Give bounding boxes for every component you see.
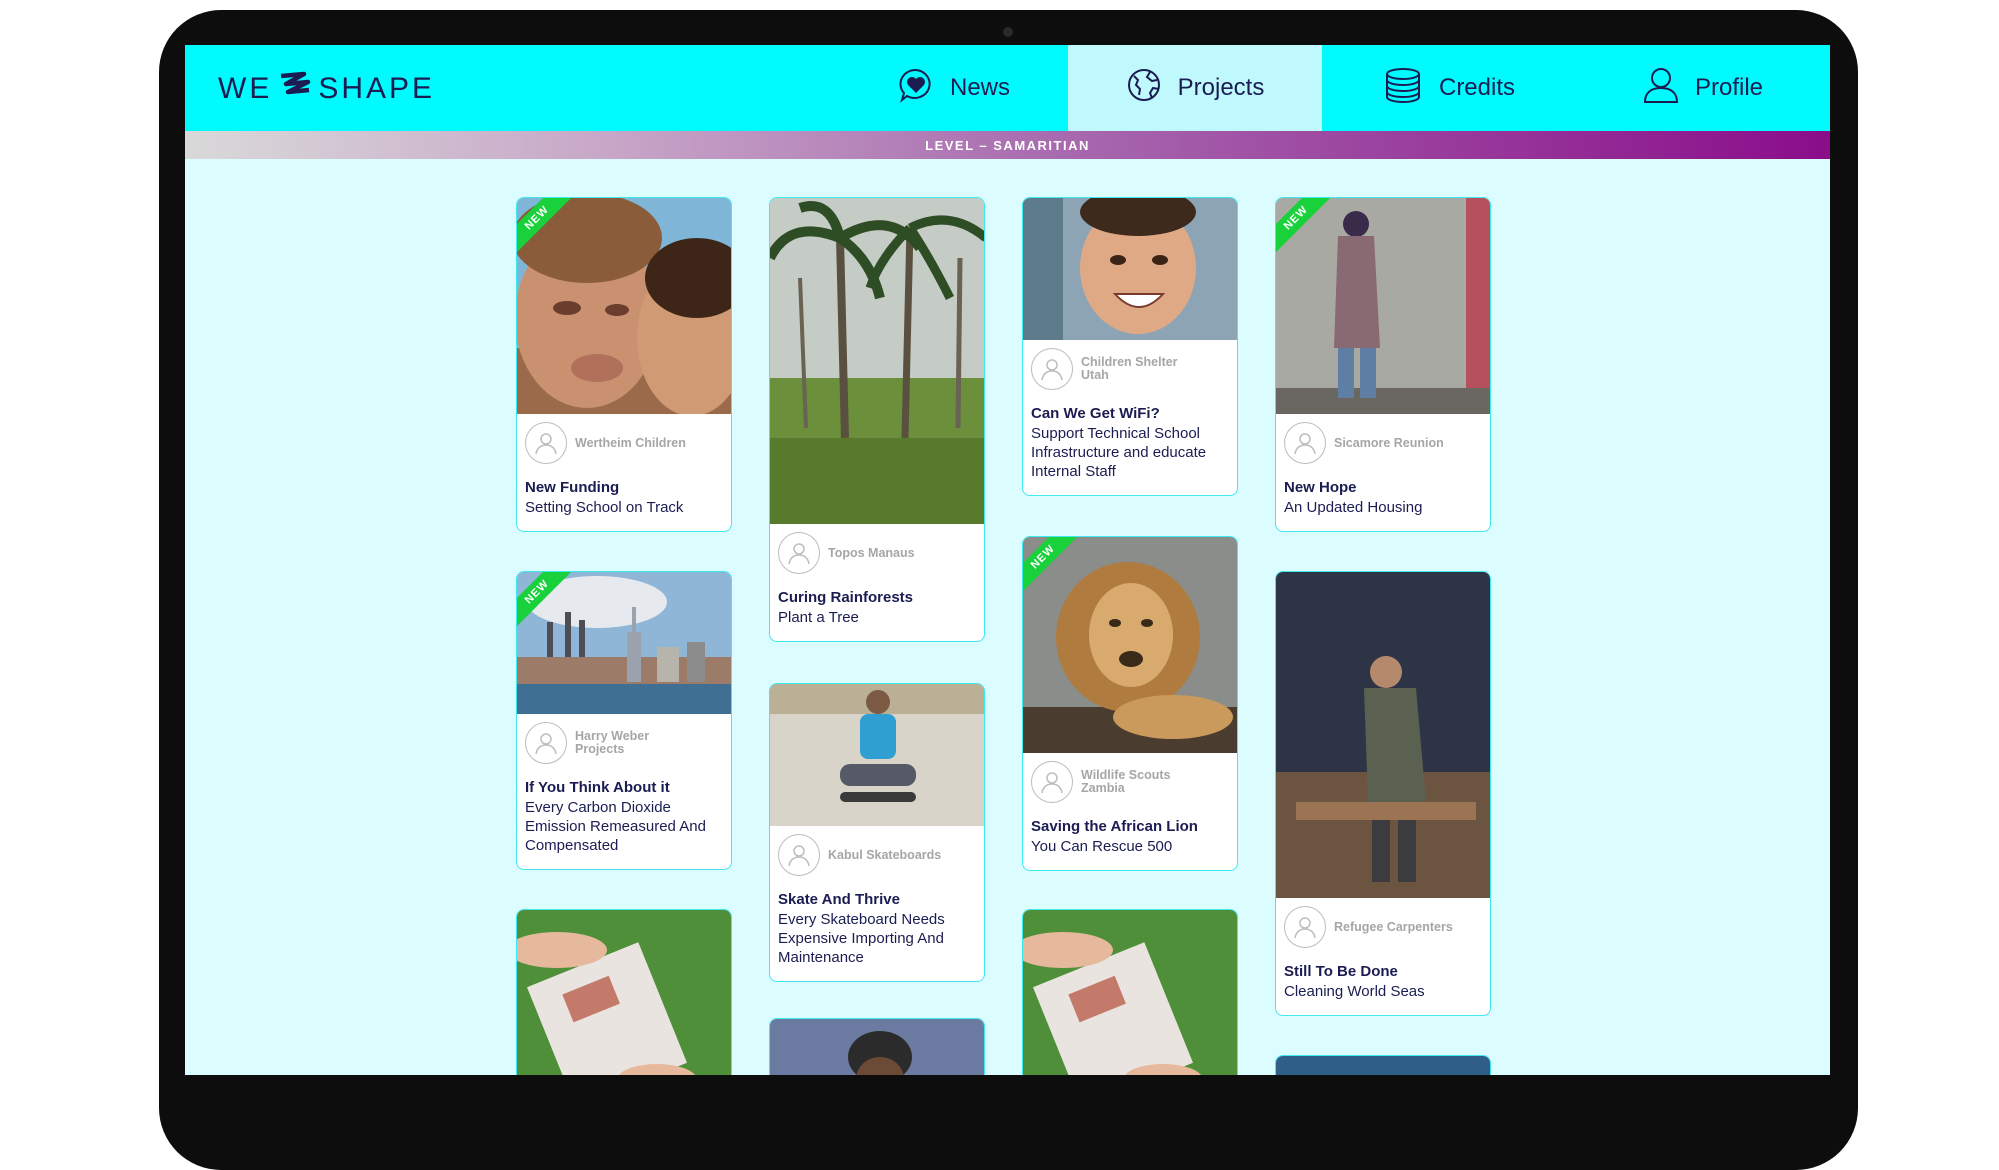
avatar-icon	[1284, 422, 1326, 464]
organization-row: Harry Weber Projects	[517, 714, 731, 764]
camera-dot	[1003, 27, 1013, 37]
project-description: An Updated Housing	[1284, 499, 1423, 516]
project-description: Every Carbon Dioxide Emission Remeasured…	[525, 799, 706, 854]
avatar-icon	[525, 422, 567, 464]
organization-name: Kabul Skateboards	[828, 847, 942, 862]
project-card[interactable]	[769, 1018, 985, 1075]
organization-name: Sicamore Reunion	[1334, 435, 1444, 450]
booklet-on-grass-photo	[517, 910, 731, 1075]
booklet-on-grass-photo	[1023, 910, 1237, 1075]
tab-projects-label: Projects	[1177, 74, 1265, 101]
boy-making-face-photo: NEW	[517, 198, 731, 414]
project-title: Skate And Thrive	[778, 891, 900, 908]
tab-profile-label: Profile	[1694, 74, 1764, 101]
top-navigation-bar: WE SHAPE News Projects Credits Profile	[185, 45, 1830, 131]
project-card[interactable]	[1275, 1055, 1491, 1075]
tab-credits[interactable]: Credits	[1322, 45, 1576, 131]
organization-row: Refugee Carpenters	[1276, 898, 1490, 948]
organization-name: Refugee Carpenters	[1334, 919, 1453, 934]
project-description: Setting School on Track	[525, 499, 684, 516]
user-icon	[1643, 66, 1695, 111]
project-title: Curing Rainforests	[778, 589, 914, 606]
tab-news[interactable]: News	[865, 45, 1043, 131]
project-card[interactable]: NEW Harry Weber Projects If You Think Ab…	[516, 571, 732, 870]
avatar-icon	[1031, 348, 1073, 390]
tab-profile[interactable]: Profile	[1576, 45, 1830, 131]
app-screen: WE SHAPE News Projects Credits Profile L…	[185, 45, 1830, 1075]
avatar-icon	[1031, 761, 1073, 803]
project-card[interactable]: NEW Wertheim Children New Funding Settin…	[516, 197, 732, 532]
project-card[interactable]: Kabul Skateboards Skate And Thrive Every…	[769, 683, 985, 982]
tab-projects[interactable]: Projects	[1068, 45, 1322, 131]
brand-right: SHAPE	[318, 72, 436, 105]
globe-icon	[1126, 67, 1178, 110]
organization-row: Topos Manaus	[770, 524, 984, 574]
smiling-boy-photo	[1023, 198, 1237, 340]
avatar-icon	[778, 532, 820, 574]
project-card[interactable]: Children Shelter Utah Can We Get WiFi? S…	[1022, 197, 1238, 496]
shape-logo-icon	[278, 70, 312, 108]
brand-logo[interactable]: WE SHAPE	[218, 69, 435, 109]
man-by-wall-photo: NEW	[1276, 198, 1490, 414]
project-card[interactable]: NEW Sicamore Reunion New Hope An Updated…	[1275, 197, 1491, 532]
project-title: If You Think About it	[525, 779, 670, 796]
heart-bubble-icon	[898, 67, 950, 110]
project-card[interactable]: NEW Wildlife Scouts Zambia Saving the Af…	[1022, 536, 1238, 871]
project-title: Saving the African Lion	[1031, 818, 1198, 835]
organization-row: Wildlife Scouts Zambia	[1023, 753, 1237, 803]
avatar-icon	[778, 834, 820, 876]
project-card[interactable]: Refugee Carpenters Still To Be Done Clea…	[1275, 571, 1491, 1016]
organization-name: Wildlife Scouts Zambia	[1081, 768, 1171, 795]
project-description: Every Skateboard Needs Expensive Importi…	[778, 911, 945, 966]
avatar-icon	[525, 722, 567, 764]
project-description: You Can Rescue 500	[1031, 838, 1173, 855]
sea-photo	[1276, 1056, 1490, 1075]
organization-name: Children Shelter Utah	[1081, 355, 1178, 382]
level-label: LEVEL – SAMARITIAN	[925, 137, 1090, 153]
organization-name: Harry Weber Projects	[575, 729, 650, 756]
project-card[interactable]	[1022, 909, 1238, 1075]
organization-row: Wertheim Children	[517, 414, 731, 464]
project-card[interactable]: Topos Manaus Curing Rainforests Plant a …	[769, 197, 985, 642]
project-title: Still To Be Done	[1284, 963, 1398, 980]
tab-news-label: News	[949, 74, 1010, 101]
avatar-icon	[1284, 906, 1326, 948]
brand-left: WE	[218, 72, 273, 105]
project-title: New Hope	[1284, 479, 1357, 496]
organization-name: Topos Manaus	[828, 545, 915, 560]
city-skyline-photo: NEW	[517, 572, 731, 714]
organization-row: Children Shelter Utah	[1023, 340, 1237, 390]
carpenter-photo	[1276, 572, 1490, 898]
tab-credits-label: Credits	[1438, 74, 1516, 101]
organization-row: Kabul Skateboards	[770, 826, 984, 876]
project-description: Cleaning World Seas	[1284, 983, 1425, 1000]
project-description: Plant a Tree	[778, 609, 859, 626]
project-title: Can We Get WiFi?	[1031, 405, 1160, 422]
project-card[interactable]	[516, 909, 732, 1075]
organization-name: Wertheim Children	[575, 435, 686, 450]
boy-on-skateboard-photo	[770, 684, 984, 826]
level-progress-bar: LEVEL – SAMARITIAN	[185, 131, 1830, 159]
coin-stack-icon	[1383, 67, 1439, 110]
palm-trees-photo	[770, 198, 984, 524]
project-description: Support Technical School Infrastructure …	[1031, 425, 1207, 480]
child-with-helmet-photo	[770, 1019, 984, 1075]
organization-row: Sicamore Reunion	[1276, 414, 1490, 464]
project-title: New Funding	[525, 479, 620, 496]
lion-photo: NEW	[1023, 537, 1237, 753]
